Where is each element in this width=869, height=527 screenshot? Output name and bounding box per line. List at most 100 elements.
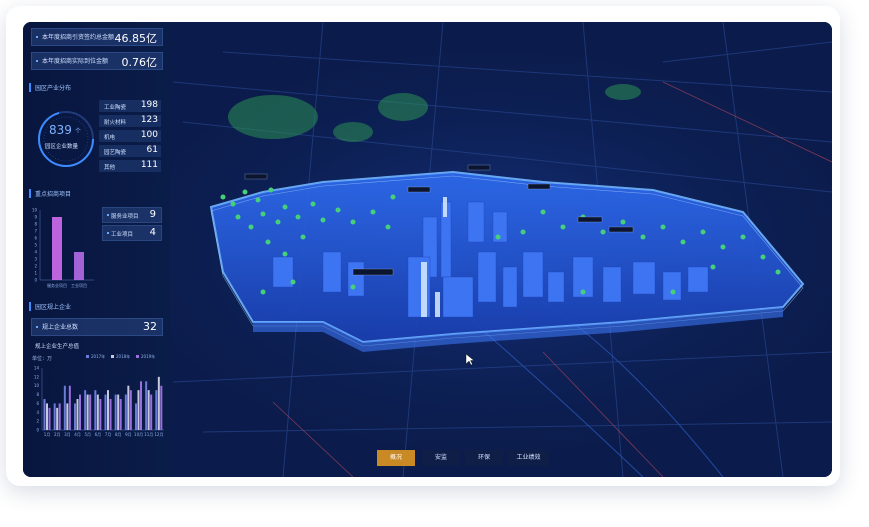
bar xyxy=(56,407,59,430)
y-tick-label: 12 xyxy=(34,374,40,379)
industry-section-title: 园区产业分布 xyxy=(29,83,71,92)
enterprise-total-label: 园区企业数量 xyxy=(45,144,79,150)
industry-value: 123 xyxy=(140,115,158,125)
actual-investment-label: 本年度招商实际到位金额 xyxy=(42,58,109,65)
output-bar-chart: 2017年 2018年 2019年 14 12 10 8 6 4 2 0 1月 2月 3月 4月 5月 6月 7月… xyxy=(34,353,164,437)
y-tick-label: 6 xyxy=(34,236,37,241)
y-tick-label: 5 xyxy=(34,243,37,248)
y-tick-label: 10 xyxy=(32,208,38,213)
industry-value: 111 xyxy=(140,160,158,170)
bar xyxy=(86,394,89,430)
industry-label: 机电 xyxy=(104,135,116,141)
industry-value: 100 xyxy=(140,130,158,140)
industry-row: 园艺陶瓷 61 xyxy=(99,145,161,157)
bar xyxy=(79,394,81,430)
bullet-icon xyxy=(107,214,109,216)
signed-investment-row: 本年度招商引资签约总金额 46.85亿 xyxy=(31,28,163,46)
y-tick-label: 4 xyxy=(34,250,37,255)
bar xyxy=(58,403,61,430)
bar xyxy=(96,394,99,430)
service-projects-label: 服务业项目 xyxy=(111,214,139,220)
bar xyxy=(140,381,142,430)
bar xyxy=(124,394,127,430)
bar xyxy=(52,217,62,280)
x-tick-label: 3月 xyxy=(64,432,71,437)
y-tick-label: 2 xyxy=(36,419,39,424)
bar xyxy=(76,399,79,430)
stats-panel: 本年度招商引资签约总金额 46.85亿 本年度招商实际到位金额 0.76亿 园区… xyxy=(23,22,170,477)
bar xyxy=(119,399,122,430)
x-tick-label: 10月 xyxy=(134,432,143,437)
output-chart-title: 规上企业生产总值 xyxy=(35,344,80,350)
y-tick-label: 10 xyxy=(34,383,40,388)
y-tick-label: 6 xyxy=(36,401,39,406)
tab-safety[interactable]: 安监 xyxy=(422,450,460,466)
bar xyxy=(43,399,46,430)
x-tick-label: 2月 xyxy=(54,432,61,437)
actual-investment-row: 本年度招商实际到位金额 0.76亿 xyxy=(31,52,163,70)
bar xyxy=(99,399,102,430)
x-tick-label: 5月 xyxy=(84,432,91,437)
industry-label: 耐火材料 xyxy=(104,120,127,126)
y-tick-label: 8 xyxy=(34,222,37,227)
x-tick-label: 4月 xyxy=(74,432,81,437)
bar xyxy=(160,385,163,430)
bar xyxy=(150,394,153,430)
legend-swatch xyxy=(136,355,139,358)
dashboard-screen: 本年度招商引资签约总金额 46.85亿 本年度招商实际到位金额 0.76亿 园区… xyxy=(23,22,832,477)
legend-label: 2019年 xyxy=(141,353,155,359)
enterprises-section-title: 园区规上企业 xyxy=(29,302,71,311)
bar xyxy=(74,252,84,280)
tab-environment[interactable]: 环保 xyxy=(465,450,503,466)
x-tick-label: 1月 xyxy=(44,432,51,437)
projects-section-title: 重点招商项目 xyxy=(29,189,71,198)
industrial-projects-row: 工业项目 4 xyxy=(102,225,162,241)
x-tick-label: 服务业项目 xyxy=(47,282,67,288)
bar xyxy=(137,390,140,430)
bullet-icon xyxy=(36,36,38,38)
y-tick-label: 4 xyxy=(36,410,39,415)
y-tick-label: 3 xyxy=(34,257,37,262)
bar xyxy=(114,394,117,430)
bar xyxy=(109,399,112,430)
tab-industrial-performance[interactable]: 工业绩效 xyxy=(508,450,549,466)
y-tick-label: 0 xyxy=(34,278,37,283)
bar xyxy=(68,385,71,430)
enterprise-count-label: 规上企业总数 xyxy=(42,324,79,331)
y-tick-label: 9 xyxy=(34,215,37,220)
signed-investment-value: 46.85亿 xyxy=(114,32,158,45)
bar xyxy=(48,407,51,430)
x-tick-label: 12月 xyxy=(154,432,163,437)
bar xyxy=(129,390,132,430)
x-tick-label: 8月 xyxy=(115,432,122,437)
x-tick-label: 6月 xyxy=(95,432,102,437)
bar xyxy=(147,390,150,430)
enterprise-total-unit: 个 xyxy=(75,128,82,135)
bar xyxy=(53,403,56,430)
signed-investment-label: 本年度招商引资签约总金额 xyxy=(42,34,115,41)
bar xyxy=(157,376,160,430)
y-tick-label: 7 xyxy=(34,229,37,234)
y-tick-label: 2 xyxy=(34,264,37,269)
enterprise-gauge xyxy=(38,111,94,167)
industry-row: 耐火材料 123 xyxy=(99,115,161,127)
industry-label: 园艺陶瓷 xyxy=(104,150,127,156)
tab-overview[interactable]: 概况 xyxy=(377,450,415,466)
service-projects-value: 9 xyxy=(149,209,156,220)
industry-label: 工业陶瓷 xyxy=(104,105,127,111)
bar xyxy=(135,403,137,430)
bar xyxy=(63,385,66,430)
bar xyxy=(145,381,148,430)
enterprise-count-row: 规上企业总数 32 xyxy=(31,318,163,336)
bar xyxy=(107,390,109,430)
industrial-projects-label: 工业项目 xyxy=(111,232,134,238)
industry-row: 其他 111 xyxy=(99,160,161,172)
window-frame: 本年度招商引资签约总金额 46.85亿 本年度招商实际到位金额 0.76亿 园区… xyxy=(6,6,840,486)
industrial-projects-value: 4 xyxy=(149,227,156,238)
y-tick-label: 14 xyxy=(34,366,40,371)
x-tick-label: 7月 xyxy=(105,432,112,437)
y-tick-label: 0 xyxy=(36,428,39,433)
legend-swatch xyxy=(111,355,114,358)
enterprise-count-value: 32 xyxy=(143,320,157,333)
x-tick-label: 9月 xyxy=(125,432,132,437)
